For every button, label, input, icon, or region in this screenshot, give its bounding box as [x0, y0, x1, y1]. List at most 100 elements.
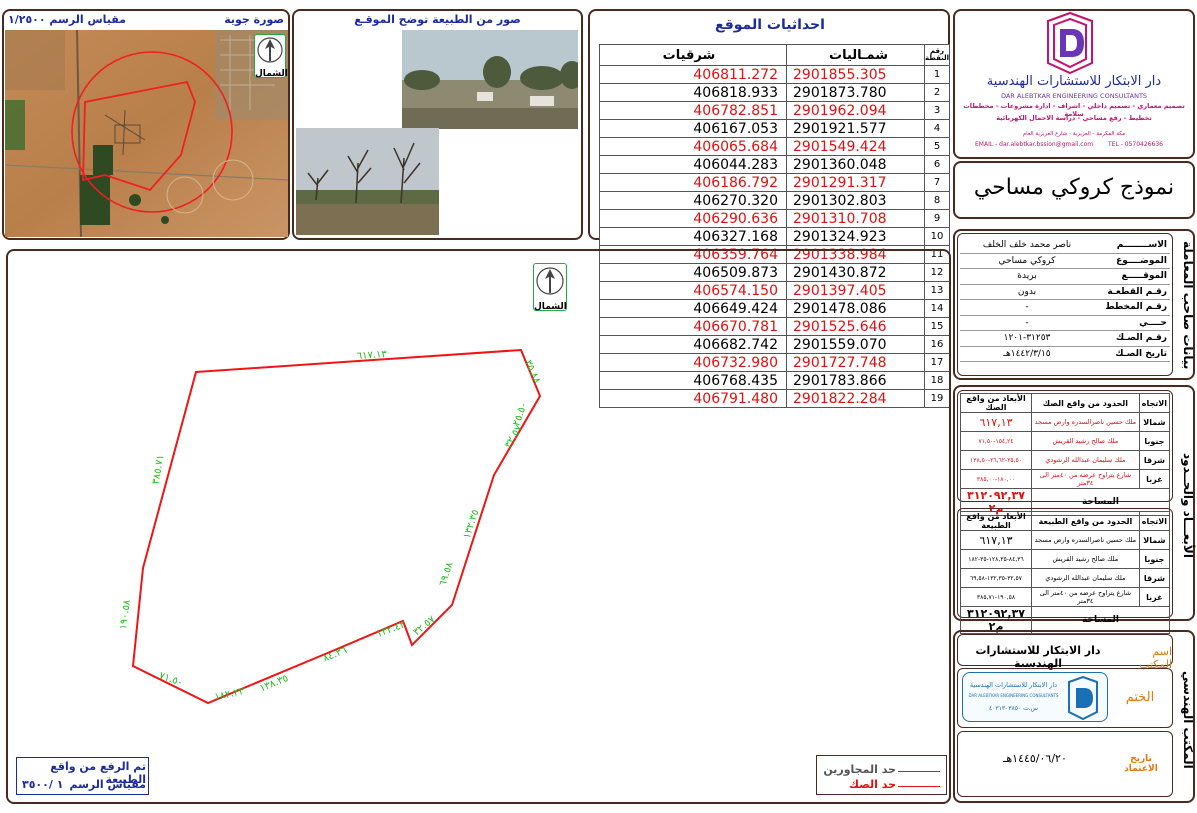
dims-cell: ٨٤,٣٦-١٢٨,٣٥-٣٥-١٨٢	[960, 549, 1032, 569]
dir-cell: غربا	[1138, 587, 1171, 607]
bounds-section-label: الأبعـــاد والحــدود	[1181, 452, 1195, 558]
owner-field-value: كروكي مساحي	[960, 253, 1094, 269]
dims-cell: ٣٢,٥٧-١٣٢,٣٥-٦٩,٥٨	[960, 568, 1032, 588]
bounds-nature-table: الاتجاه الحدود من واقع الطبيعة الأبعاد من …	[960, 511, 1171, 634]
owner-field-label: الموضــــوع	[1094, 253, 1170, 269]
edge-length-label: ٣٢.٥٧	[411, 614, 437, 639]
legend-deed-line	[898, 786, 940, 787]
edge-length-label: ١٣٢.٤٢	[375, 619, 407, 640]
dir-cell: جنوبا	[1138, 549, 1171, 569]
edge-length-label: ٣٥.٨٨	[522, 358, 543, 386]
owner-row: رقـم المخطط -	[960, 299, 1170, 316]
office-date-label: تاريخ الاعتماد	[1124, 754, 1158, 774]
edge-length-label: ٧١.٥٠	[157, 670, 184, 689]
company-address: مكة المكرمة - العزيزية - شارع العزيزية ا…	[1022, 131, 1126, 137]
boundary-cell: شارع يتراوح عرضه من ٤٠متر الى ٣٤متر	[1031, 469, 1140, 489]
dir-cell: شمالا	[1138, 412, 1171, 432]
edge-length-label: ١٩٠.٥٨	[118, 598, 133, 630]
edge-labels: ٦١٧.١٣٣٥.٨٨٣٢.٥٧١٣٢.٣٥٦٩.٥٨٣٢.٥٧١٣٢.٤٢٨٤…	[118, 349, 543, 703]
owner-field-value: ١٤٤٢/٣/١٥هـ	[960, 346, 1094, 362]
bounds-deed-frame: الاتجاه الحدود من واقع الصك الأبعاد من واق…	[957, 390, 1173, 516]
office-date-value: ١٤٤٥/٠٦/٢٠هـ	[1003, 752, 1067, 765]
dims-header: الأبعاد من واقع الطبيعة	[960, 511, 1032, 531]
dir-cell: غربا	[1138, 469, 1171, 489]
edge-length-label: ٢٥.٥٠	[511, 401, 530, 428]
bounds-row: غربا شارع يتراوح عرضه من ٤٠متر الى ٣٤متر ١…	[960, 469, 1171, 489]
company-email: EMAIL - dar.alebtkar.bssion@gmail.com	[975, 141, 1094, 148]
owner-row: رقـم القطعـة بدون	[960, 284, 1170, 300]
owner-field-label: رقـم القطعـة	[1094, 284, 1170, 300]
bounds-row: غربا شارع يتراوح عرضه من ٤٠متر الى ٣٤متر ١…	[960, 587, 1171, 607]
company-logo	[1040, 11, 1100, 75]
owner-field-value: -	[960, 315, 1094, 331]
boundary-cell: ملك صالح رشيد القريش	[1031, 431, 1140, 451]
boundary-cell: ملك سليمان عبدالله الرشودي	[1031, 568, 1140, 588]
owner-row: حــــي -	[960, 315, 1170, 331]
edge-length-label: ٦١٧.١٣	[356, 349, 387, 362]
dims-cell: ١٨٠,٠٠-٣٨٥,٠٠	[960, 469, 1032, 489]
boundary-header: الحدود من واقع الطبيعة	[1031, 511, 1140, 531]
form-title: نموذج كروكي مساحي	[973, 175, 1175, 200]
dir-cell: شرقا	[1138, 568, 1171, 588]
bounds-row: جنوبا ملك صالح رشيد القريش ١٥٤,٢٤-٧١,٥٠	[960, 431, 1171, 451]
stamp-logo-icon	[1068, 676, 1098, 720]
legend-deed: حد الصك	[848, 778, 896, 791]
office-stamp-label: الختم	[1125, 690, 1155, 705]
owner-field-label: الاســــــــم	[1094, 238, 1170, 254]
dims-cell: ٢٥,٥٠-٢٦,٦٢-١٣٨,٥٠	[960, 450, 1032, 470]
edge-length-label: ٨٤.٣٦	[322, 645, 349, 664]
owner-row: تاريخ الصـك ١٤٤٢/٣/١٥هـ	[960, 346, 1170, 362]
boundary-cell: شارع يتراوح عرضه من ٤٠متر الى ٣٤متر	[1031, 587, 1140, 607]
office-name-value: دار الابتكار للاستشارات الهندسية	[975, 644, 1101, 670]
edge-length-label: ٦٩.٥٨	[438, 560, 456, 587]
company-name-en: DAR ALEBTKAR ENGINEERING CONSULTANTS	[1000, 92, 1148, 100]
boundary-header: الحدود من واقع الصك	[1031, 393, 1140, 413]
company-logo-icon	[1047, 11, 1093, 75]
stamp-name-en: DAR ALEBTKAR ENGINEERING CONSULTANTS	[968, 693, 1059, 698]
owner-field-label: رقـم الصـك	[1094, 330, 1170, 347]
bounds-header-row: الاتجاه الحدود من واقع الطبيعة الأبعاد من …	[960, 511, 1171, 531]
owner-field-value: بريدة	[960, 268, 1094, 285]
bounds-row: شرقا ملك سليمان عبدالله الرشودي ٣٢,٥٧-١٣٢,…	[960, 568, 1171, 588]
company-name-ar: دار الابتكار للاستشارات الهندسية	[986, 74, 1162, 89]
dir-cell: شمالا	[1138, 530, 1171, 550]
legend-neighbors-line	[898, 771, 940, 772]
owner-table-wrap: الاســــــــم ناصر محمد خلف الخلف الموضـــ…	[960, 238, 1170, 362]
owner-field-label: تاريخ الصـك	[1094, 346, 1170, 362]
owner-field-value: -	[960, 299, 1094, 316]
boundary-cell: ملك صالح رشيد القريش	[1031, 549, 1140, 569]
boundary-cell: ملك حسين ناصرالسدره وارض مسجد	[1031, 412, 1140, 432]
office-stamp: دار الابتكار للاستشارات الهندسية DAR ALE…	[962, 672, 1108, 722]
plot-svg: ٦١٧.١٣٣٥.٨٨٣٢.٥٧١٣٢.٣٥٦٩.٥٨٣٢.٥٧١٣٢.٤٢٨٤…	[118, 349, 543, 705]
dir-cell: شرقا	[1138, 450, 1171, 470]
owner-field-label: رقـم المخطط	[1094, 299, 1170, 316]
owner-field-label: الموقـــــع	[1094, 268, 1170, 285]
dir-cell: جنوبا	[1138, 431, 1171, 451]
owner-field-value: ناصر محمد خلف الخلف	[960, 238, 1094, 254]
owner-table: الاســــــــم ناصر محمد خلف الخلف الموضـــ…	[960, 238, 1170, 362]
dir-header: الاتجاه	[1138, 393, 1171, 413]
dims-header: الأبعاد من واقع الصك	[960, 393, 1032, 413]
dims-cell: ٦١٧,١٣	[960, 530, 1032, 550]
office-section-label: المكتب الهندسي	[1181, 671, 1195, 769]
stamp-name: دار الابتكار للاستشارات الهندسية	[969, 681, 1058, 689]
edge-length-label: ٣٨٥.٧١	[151, 454, 167, 486]
survey-scale-value: ١ /٣٥٠٠	[22, 778, 64, 791]
bounds-header-row: الاتجاه الحدود من واقع الصك الأبعاد من واق…	[960, 393, 1171, 413]
dims-cell: ١٥٤,٢٤-٧١,٥٠	[960, 431, 1032, 451]
bounds-row: جنوبا ملك صالح رشيد القريش ٨٤,٣٦-١٢٨,٣٥-٣٥…	[960, 549, 1171, 569]
dims-cell: ٦١٧,١٣	[960, 412, 1032, 432]
owner-field-label: حــــي	[1094, 315, 1170, 331]
owner-field-value: ٣١٢٥٣-١٢٠١	[960, 330, 1094, 347]
boundary-cell: ملك سليمان عبدالله الرشودي	[1031, 450, 1140, 470]
company-services-2: تخطيط - رفع مساحي - دراسة الاحمال الكهرب…	[996, 114, 1152, 122]
owner-row: رقـم الصـك ٣١٢٥٣-١٢٠١	[960, 330, 1170, 347]
boundary-cell: ملك حسين ناصرالسدره وارض مسجد	[1031, 530, 1140, 550]
owner-row: الاســــــــم ناصر محمد خلف الخلف	[960, 238, 1170, 254]
bounds-deed-table: الاتجاه الحدود من واقع الصك الأبعاد من واق…	[960, 393, 1171, 516]
bounds-nature-frame: الاتجاه الحدود من واقع الطبيعة الأبعاد من …	[957, 508, 1173, 634]
bounds-row: شمالا ملك حسين ناصرالسدره وارض مسجد ٦١٧,١٣	[960, 530, 1171, 550]
dims-cell: ١٩٠,٥٨-٣٨٥,٧١	[960, 587, 1032, 607]
stamp-number: س.ت ٤٠٣١٣٠٣٨٥٠	[988, 705, 1039, 712]
owner-row: الموضــــوع كروكي مساحي	[960, 253, 1170, 269]
